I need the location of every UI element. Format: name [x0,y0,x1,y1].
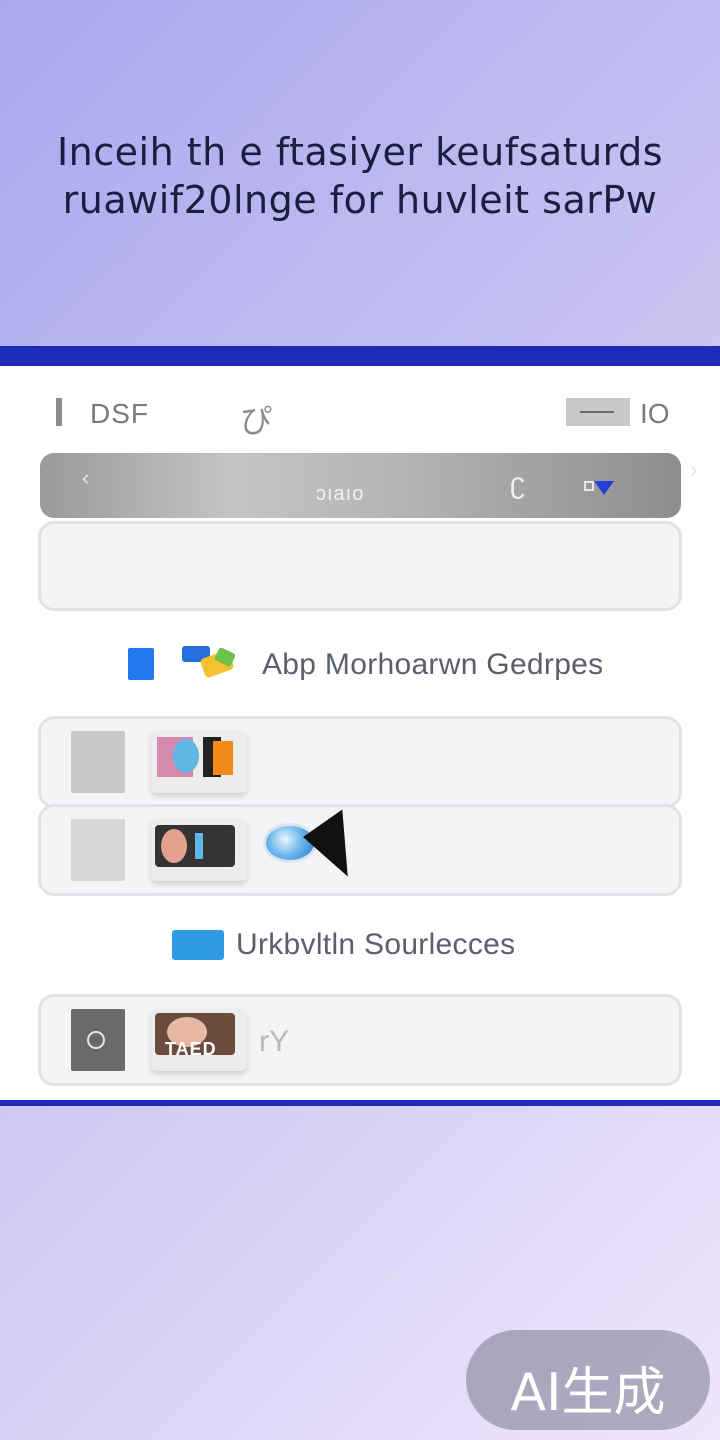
logo-icon: ぴ [240,403,273,439]
blue-square-icon [128,648,154,680]
app-title: DSF [90,398,149,429]
top-right-label[interactable]: IO [640,398,670,430]
input-box[interactable] [38,521,682,611]
triangle-down-icon [594,481,614,495]
section-header-sources: Urkbvltln Sourlecces [0,926,720,966]
radio-button[interactable] [71,1009,125,1071]
square-icon [584,481,594,491]
ai-watermark: AI生成 [466,1330,710,1430]
thumbnail[interactable]: TAED [151,1009,247,1071]
section-label: Urkbvltln Sourlecces [236,928,516,961]
top-bar: DSF ぴ IO [0,394,720,439]
checkbox[interactable] [71,819,125,881]
paint-icon [182,646,242,680]
thumbnail[interactable] [151,819,247,881]
checkbox[interactable] [71,731,125,793]
item-suffix: rY [259,1025,289,1058]
dropdown-icon[interactable] [584,479,614,495]
search-label: ɔıaıo [316,483,365,505]
headline-line-2: ruawif20lnge for huvleit sarPw [62,178,658,222]
section-label: Abp Morhoarwn Gedrpes [262,648,604,681]
list-item[interactable] [38,716,682,808]
search-bar[interactable]: ‹ ɔıaıo ʗ › [40,453,697,518]
mic-icon[interactable]: ʗ [510,467,525,501]
app-panel: DSF ぴ IO ‹ ɔıaıo ʗ › Abp Morhoarwn Gedrp… [0,346,720,1106]
section-header-apps: Abp Morhoarwn Gedrpes [0,646,720,686]
menu-icon[interactable] [56,398,62,426]
list-item[interactable] [38,804,682,896]
folder-icon [172,930,224,960]
thumbnail-caption: TAED [165,1039,217,1059]
chevron-left-icon[interactable]: ‹ [82,465,89,491]
list-item[interactable]: TAED rY [38,994,682,1086]
headline-line-1: Inceih th e ftasiyer keufsaturds [56,130,664,174]
watermark-text: AI生成 [510,1363,666,1423]
pointer-cursor-icon [303,809,376,885]
chevron-right-icon[interactable]: › [690,457,697,483]
thumbnail[interactable] [151,731,247,793]
minimize-button[interactable] [566,398,630,426]
headline: Inceih th e ftasiyer keufsaturds ruawif2… [0,128,720,224]
